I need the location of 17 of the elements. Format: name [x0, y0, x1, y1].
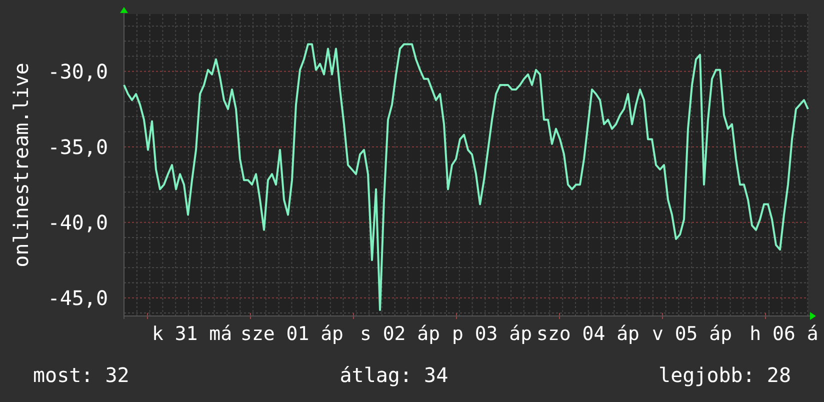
y-axis-label: -45,0: [48, 286, 108, 310]
stat-text: legjobb: 28: [658, 363, 791, 387]
y-axis-label: -40,0: [48, 210, 108, 234]
x-axis-label: p 03 áp: [452, 323, 532, 345]
x-axis-label: s 02 áp: [360, 323, 440, 345]
stat-text: átlag: 34: [340, 363, 448, 387]
arrow-icon: [810, 312, 816, 320]
stat-text: most: 32: [33, 363, 130, 387]
x-axis-label: szo 04 áp: [536, 323, 640, 345]
x-axis-label: sze 01 áp: [240, 323, 344, 345]
y-axis-label: -35,0: [48, 134, 108, 159]
arrow-icon: [120, 7, 128, 13]
y-axis-label: -30,0: [48, 59, 108, 84]
x-axis-label: k 31 má: [152, 323, 232, 345]
x-axis-label: v 05 áp: [652, 323, 732, 345]
axis-title: onlinestream.live: [9, 62, 33, 268]
x-axis-label: h 06 á: [750, 323, 818, 345]
